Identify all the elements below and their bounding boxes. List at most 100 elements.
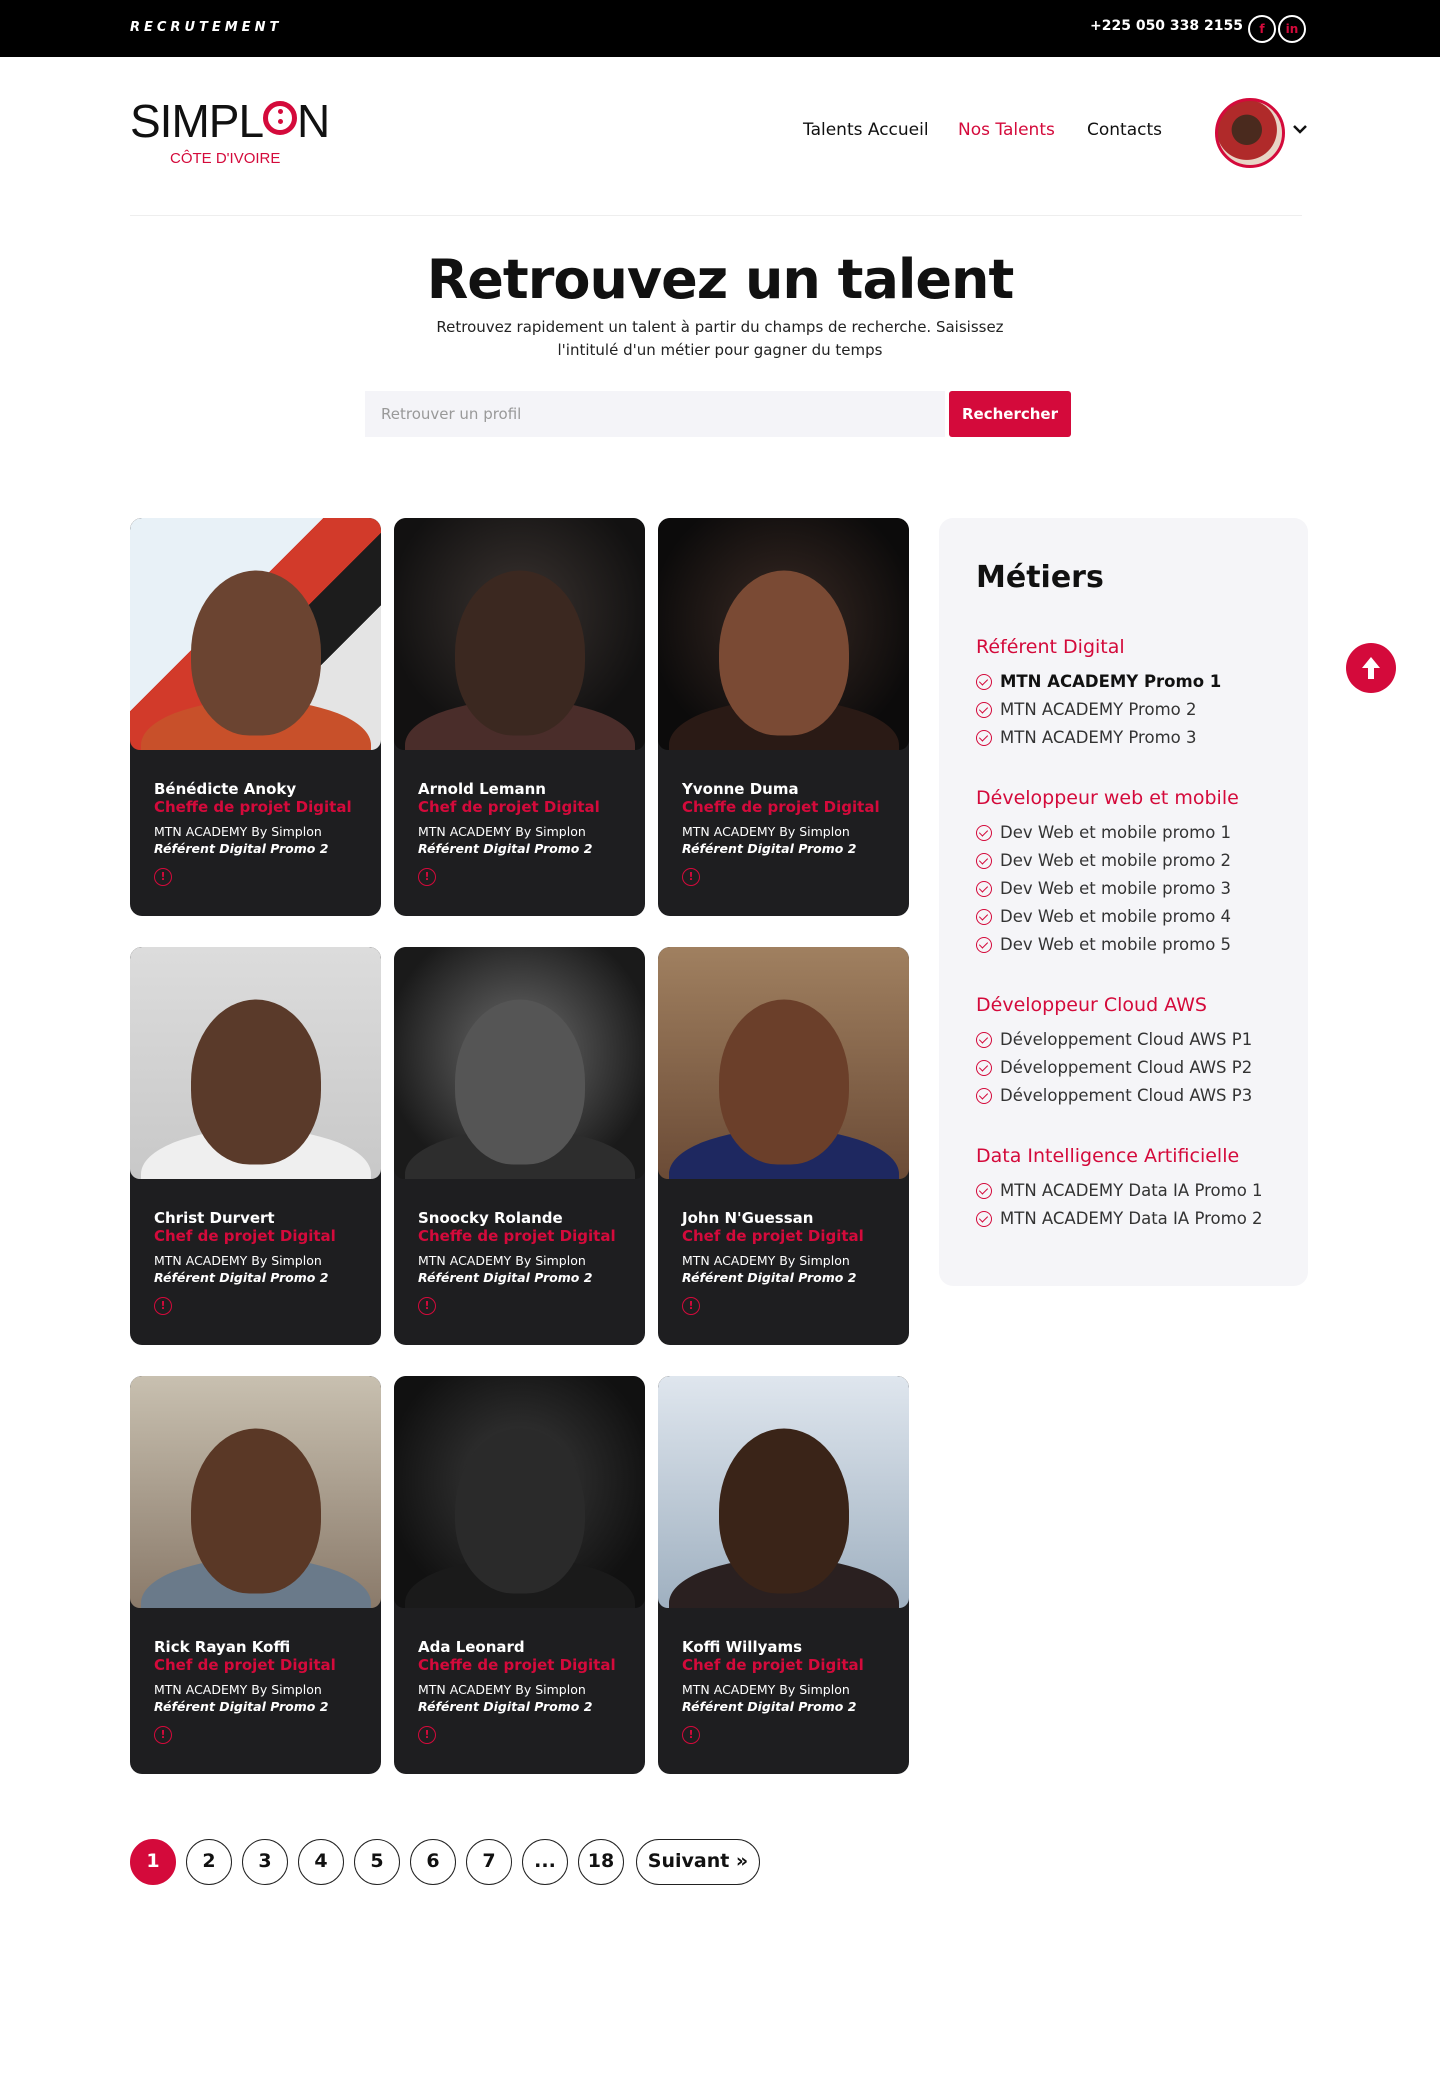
check-circle-icon (976, 852, 992, 869)
metier-group-title[interactable]: Data Intelligence Artificielle (976, 1145, 1239, 1167)
talent-name[interactable]: Snoocky Rolande (418, 1209, 563, 1227)
logo-ring-icon (263, 101, 298, 135)
talent-name[interactable]: John N'Guessan (682, 1209, 813, 1227)
facebook-icon[interactable]: f (1248, 15, 1276, 43)
talent-card[interactable]: Koffi Willyams Chef de projet Digital MTN … (658, 1376, 909, 1774)
nav-nos-talents[interactable]: Nos Talents (958, 120, 1055, 140)
talent-role: Cheffe de projet Digital (418, 1656, 616, 1674)
talent-name[interactable]: Koffi Willyams (682, 1638, 802, 1656)
metier-promo-label: Dev Web et mobile promo 2 (1000, 851, 1232, 870)
talent-org: MTN ACADEMY By Simplon (418, 1682, 586, 1697)
simplon-logo[interactable]: SIMPL N CÔTE D'IVOIRE (130, 98, 330, 174)
metier-promo-item[interactable]: Développement Cloud AWS P1 (976, 1030, 1252, 1049)
talent-photo[interactable] (394, 1376, 645, 1608)
metier-group-title[interactable]: Développeur web et mobile (976, 787, 1239, 809)
metier-promo-item[interactable]: MTN ACADEMY Promo 2 (976, 700, 1197, 719)
pagination-page[interactable]: 7 (466, 1839, 512, 1885)
nav-contacts[interactable]: Contacts (1087, 120, 1162, 140)
info-icon[interactable]: ! (418, 1297, 436, 1315)
photo-face (190, 999, 321, 1165)
metier-promo-item[interactable]: Dev Web et mobile promo 1 (976, 823, 1231, 842)
metier-promo-item[interactable]: Développement Cloud AWS P3 (976, 1086, 1252, 1105)
pagination-page[interactable]: 3 (242, 1839, 288, 1885)
metier-promo-item[interactable]: MTN ACADEMY Data IA Promo 1 (976, 1181, 1263, 1200)
metier-group-title[interactable]: Développeur Cloud AWS (976, 994, 1207, 1016)
user-avatar[interactable] (1215, 98, 1285, 168)
talent-promo: Référent Digital Promo 2 (418, 1699, 593, 1714)
metier-promo-item[interactable]: MTN ACADEMY Data IA Promo 2 (976, 1209, 1263, 1228)
info-icon[interactable]: ! (154, 1726, 172, 1744)
talent-card[interactable]: Ada Leonard Cheffe de projet Digital MTN A… (394, 1376, 645, 1774)
talent-role: Cheffe de projet Digital (682, 798, 880, 816)
talent-card[interactable]: Snoocky Rolande Cheffe de projet Digital M… (394, 947, 645, 1345)
search-button[interactable]: Rechercher (949, 391, 1071, 437)
talent-name[interactable]: Arnold Lemann (418, 780, 546, 798)
talent-photo[interactable] (658, 518, 909, 750)
header-divider (130, 215, 1302, 216)
talent-card[interactable]: Bénédicte Anoky Cheffe de projet Digital M… (130, 518, 381, 916)
talent-card[interactable]: Christ Durvert Chef de projet Digital MTN … (130, 947, 381, 1345)
pagination-page[interactable]: 2 (186, 1839, 232, 1885)
logo-word-right: N (297, 95, 330, 147)
pagination-page[interactable]: 18 (578, 1839, 624, 1885)
talent-name[interactable]: Christ Durvert (154, 1209, 275, 1227)
talent-card[interactable]: Arnold Lemann Chef de projet Digital MTN A… (394, 518, 645, 916)
info-icon[interactable]: ! (682, 1726, 700, 1744)
talent-photo[interactable] (130, 947, 381, 1179)
talent-card[interactable]: Yvonne Duma Cheffe de projet Digital MTN A… (658, 518, 909, 916)
photo-face (190, 1428, 321, 1594)
chevron-down-icon[interactable] (1293, 122, 1307, 138)
metier-promo-item[interactable]: Dev Web et mobile promo 2 (976, 851, 1231, 870)
linkedin-icon[interactable]: in (1278, 15, 1306, 43)
metier-promo-item[interactable]: Dev Web et mobile promo 5 (976, 935, 1231, 954)
talent-photo[interactable] (658, 947, 909, 1179)
photo-face (718, 1428, 849, 1594)
page-description: Retrouvez rapidement un talent à partir … (436, 318, 1004, 359)
pagination-page[interactable]: 6 (410, 1839, 456, 1885)
talent-photo[interactable] (130, 518, 381, 750)
metier-group-title[interactable]: Référent Digital (976, 636, 1125, 658)
search-input[interactable] (365, 391, 945, 437)
talent-name[interactable]: Bénédicte Anoky (154, 780, 296, 798)
pagination-page[interactable]: 5 (354, 1839, 400, 1885)
photo-face (718, 999, 849, 1165)
info-icon[interactable]: ! (418, 868, 436, 886)
metier-promo-label: MTN ACADEMY Data IA Promo 1 (1000, 1181, 1263, 1200)
metier-promo-item[interactable]: Dev Web et mobile promo 4 (976, 907, 1231, 926)
info-icon[interactable]: ! (682, 868, 700, 886)
check-circle-icon (976, 1059, 992, 1076)
talent-name[interactable]: Yvonne Duma (682, 780, 799, 798)
metier-promo-item[interactable]: MTN ACADEMY Promo 1 (976, 672, 1221, 691)
info-icon[interactable]: ! (154, 1297, 172, 1315)
phone-number[interactable]: +225 050 338 2155 (1090, 18, 1243, 34)
talent-photo[interactable] (658, 1376, 909, 1608)
pagination-page[interactable]: 4 (298, 1839, 344, 1885)
check-circle-icon (976, 673, 992, 690)
info-icon[interactable]: ! (418, 1726, 436, 1744)
talent-name[interactable]: Ada Leonard (418, 1638, 525, 1656)
pagination-ellipsis: ... (522, 1839, 568, 1885)
scroll-to-top-button[interactable] (1346, 643, 1396, 693)
metier-promo-label: Développement Cloud AWS P3 (1000, 1086, 1253, 1105)
info-icon[interactable]: ! (154, 868, 172, 886)
talent-photo[interactable] (394, 518, 645, 750)
talent-org: MTN ACADEMY By Simplon (682, 1682, 850, 1697)
pagination-next-button[interactable]: Suivant » (636, 1839, 760, 1885)
info-icon[interactable]: ! (682, 1297, 700, 1315)
check-circle-icon (976, 880, 992, 897)
metier-promo-item[interactable]: MTN ACADEMY Promo 3 (976, 728, 1197, 747)
talent-photo[interactable] (130, 1376, 381, 1608)
logo-word-left: SIMPL (130, 95, 264, 147)
talent-promo: Référent Digital Promo 2 (154, 1270, 329, 1285)
pagination-page[interactable]: 1 (130, 1839, 176, 1885)
check-circle-icon (976, 1182, 992, 1199)
talent-card[interactable]: Rick Rayan Koffi Chef de projet Digital MT… (130, 1376, 381, 1774)
nav-talents-accueil[interactable]: Talents Accueil (803, 120, 929, 140)
talent-promo: Référent Digital Promo 2 (154, 841, 329, 856)
talent-name[interactable]: Rick Rayan Koffi (154, 1638, 290, 1656)
talent-photo[interactable] (394, 947, 645, 1179)
metier-promo-item[interactable]: Développement Cloud AWS P2 (976, 1058, 1252, 1077)
metier-promo-item[interactable]: Dev Web et mobile promo 3 (976, 879, 1231, 898)
metier-promo-label: MTN ACADEMY Promo 3 (1000, 728, 1197, 747)
talent-card[interactable]: John N'Guessan Chef de projet Digital MTN … (658, 947, 909, 1345)
